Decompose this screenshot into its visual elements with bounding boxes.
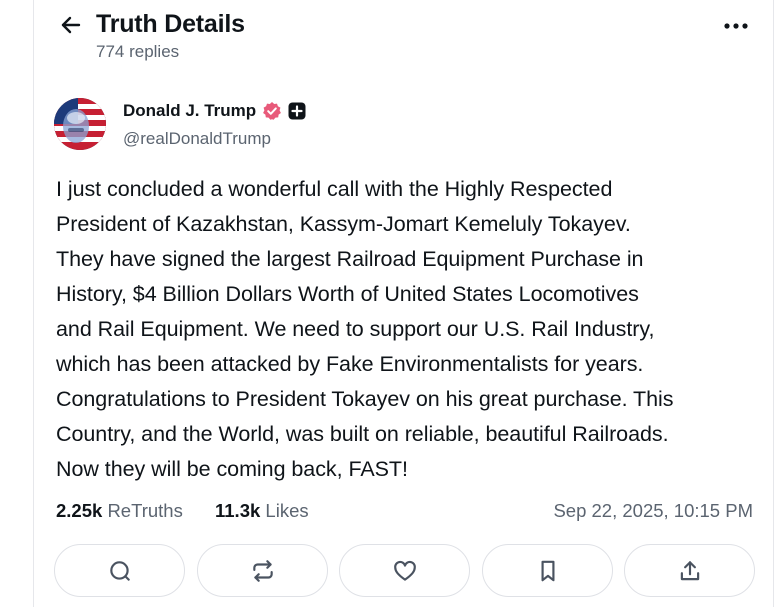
page-title: Truth Details bbox=[96, 10, 245, 38]
truth-details-page: Truth Details 774 replies Donald J. Trum… bbox=[0, 0, 775, 607]
author-handle[interactable]: @realDonaldTrump bbox=[123, 128, 271, 150]
more-horizontal-icon bbox=[724, 23, 748, 29]
author-name-row: Donald J. Trump bbox=[123, 100, 306, 122]
column-divider-left bbox=[33, 0, 34, 607]
post-stats: 2.25k ReTruths 11.3k Likes Sep 22, 2025,… bbox=[56, 498, 756, 524]
replies-count: 774 replies bbox=[96, 42, 180, 61]
retruth-icon bbox=[252, 559, 273, 582]
bookmark-icon bbox=[541, 560, 554, 581]
avatar[interactable] bbox=[54, 98, 106, 150]
reply-icon bbox=[109, 560, 130, 581]
retruth-button[interactable] bbox=[197, 544, 328, 597]
page-header: Truth Details 774 replies bbox=[56, 6, 756, 66]
bookmark-button[interactable] bbox=[482, 544, 613, 597]
like-button[interactable] bbox=[339, 544, 470, 597]
post-author: Donald J. Trump @realDonaldTrump bbox=[54, 96, 554, 156]
likes-count: 11.3k bbox=[215, 500, 261, 521]
verified-badge-icon bbox=[262, 101, 282, 121]
post-timestamp: Sep 22, 2025, 10:15 PM bbox=[553, 500, 753, 521]
arrow-left-icon bbox=[61, 16, 81, 34]
heart-icon bbox=[393, 560, 416, 581]
author-name[interactable]: Donald J. Trump bbox=[123, 100, 256, 122]
reply-button[interactable] bbox=[54, 544, 185, 597]
retruths-count: 2.25k bbox=[56, 500, 103, 521]
more-options-button[interactable] bbox=[718, 14, 754, 38]
retruths-label: ReTruths bbox=[107, 500, 183, 521]
truth-plus-badge-icon bbox=[288, 102, 306, 120]
retruths-stat[interactable]: 2.25k ReTruths bbox=[56, 498, 183, 524]
post-text: I just concluded a wonderful call with t… bbox=[56, 177, 674, 481]
column-divider-right bbox=[773, 0, 774, 607]
back-button[interactable] bbox=[56, 10, 86, 40]
share-button[interactable] bbox=[624, 544, 755, 597]
likes-label: Likes bbox=[265, 500, 309, 521]
likes-stat[interactable]: 11.3k Likes bbox=[215, 498, 309, 524]
share-icon bbox=[680, 560, 699, 580]
